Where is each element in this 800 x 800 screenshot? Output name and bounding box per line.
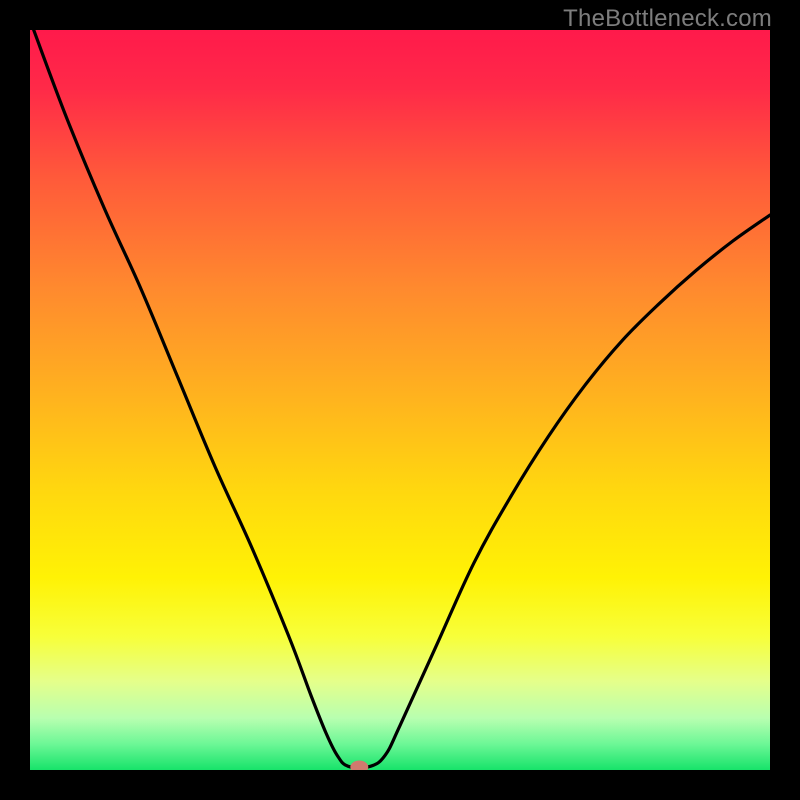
- chart-svg: [30, 30, 770, 770]
- gradient-background: [30, 30, 770, 770]
- watermark-text: TheBottleneck.com: [563, 5, 772, 33]
- chart-frame: TheBottleneck.com: [0, 0, 800, 800]
- plot-area: [30, 30, 770, 770]
